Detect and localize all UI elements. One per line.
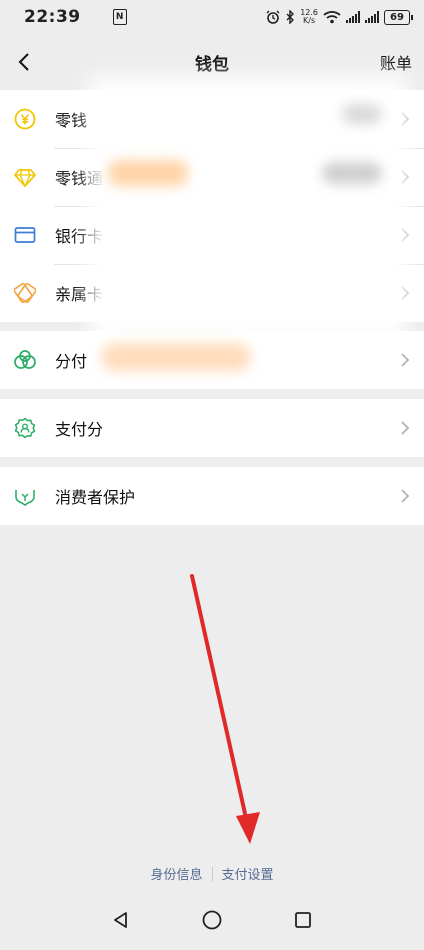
list-item-consumer-protection[interactable]: 消费者保护 (0, 467, 424, 525)
pay-score-icon (13, 416, 37, 440)
nav-back-triangle-icon[interactable] (111, 910, 131, 930)
nav-recents-square-icon[interactable] (293, 910, 313, 930)
privacy-blur-overlay (103, 90, 393, 326)
fenfu-icon (13, 348, 37, 372)
alarm-icon (266, 10, 280, 24)
nav-home-circle-icon[interactable] (201, 909, 223, 931)
blurred-promo (102, 343, 250, 371)
list-item-label: 零钱通 (55, 169, 104, 188)
nav-bar: 钱包 账单 (0, 34, 424, 90)
bill-link[interactable]: 账单 (380, 50, 412, 74)
chevron-right-icon (401, 286, 410, 300)
battery-icon: 69 (384, 9, 413, 25)
network-speed: 12.6 K/s (300, 9, 318, 25)
list-item-label: 支付分 (55, 420, 104, 439)
wallet-group-consumer: 消费者保护 (0, 467, 424, 525)
blurred-amount (322, 162, 382, 184)
signal-icon (346, 11, 360, 23)
list-item-pay-score[interactable]: 支付分 (0, 399, 424, 457)
list-item-label: 亲属卡 (55, 285, 104, 304)
blurred-promo (108, 160, 188, 186)
chevron-right-icon (401, 228, 410, 242)
footer-divider (211, 866, 213, 881)
chevron-left-icon (18, 53, 29, 71)
chevron-right-icon (401, 112, 410, 126)
network-speed-unit: K/s (303, 16, 316, 25)
identity-info-link[interactable]: 身份信息 (150, 864, 202, 883)
system-nav-bar (0, 890, 424, 950)
status-bar: 22:39 N 12.6 K/s 69 (0, 0, 424, 34)
back-button[interactable] (6, 44, 42, 80)
list-item-label: 银行卡 (55, 227, 104, 246)
red-arrow-annotation (190, 574, 260, 844)
consumer-protection-icon (13, 484, 37, 508)
page-title: 钱包 (195, 54, 229, 75)
footer-links: 身份信息 支付设置 (0, 864, 424, 883)
chevron-right-icon (401, 489, 410, 503)
diamond-icon (13, 165, 37, 189)
wallet-group-pay-score: 支付分 (0, 399, 424, 457)
status-time: 22:39 (24, 7, 81, 27)
signal-icon-2 (365, 11, 379, 23)
bank-card-icon (13, 223, 37, 247)
list-item-label: 零钱 (55, 111, 88, 130)
bluetooth-icon (286, 10, 295, 24)
wifi-icon (323, 11, 341, 24)
chevron-right-icon (401, 421, 410, 435)
yuan-coin-icon (13, 107, 37, 131)
blurred-amount (342, 104, 382, 124)
status-indicators: 12.6 K/s 69 (266, 9, 413, 25)
family-card-icon (13, 281, 37, 305)
nfc-icon: N (112, 9, 127, 25)
list-item-label: 分付 (55, 352, 88, 371)
list-item-label: 消费者保护 (55, 488, 136, 507)
chevron-right-icon (401, 170, 410, 184)
chevron-right-icon (401, 353, 410, 367)
pay-settings-link[interactable]: 支付设置 (222, 864, 274, 883)
